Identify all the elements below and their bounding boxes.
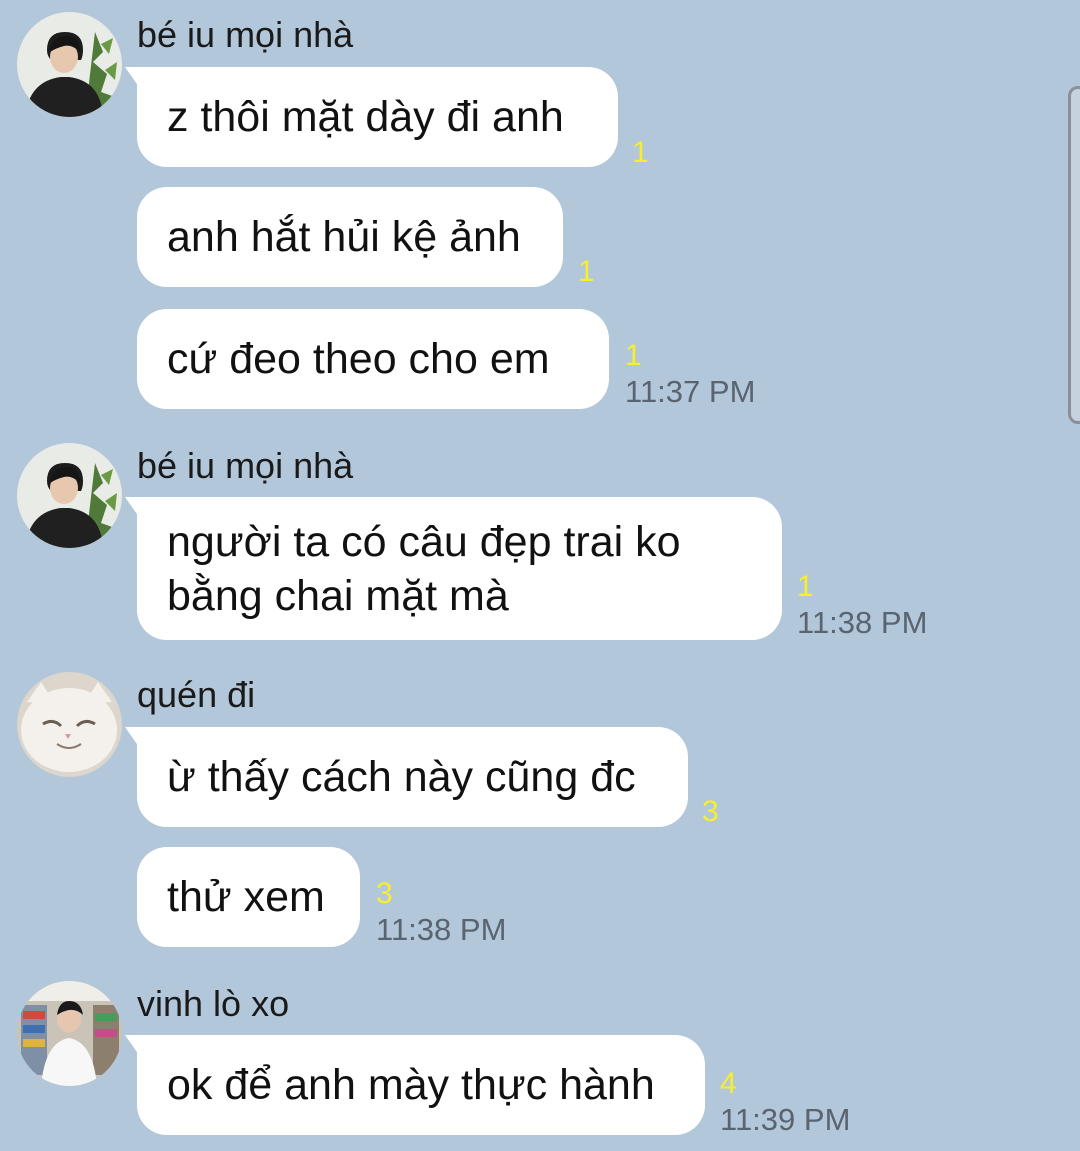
message-bubble[interactable]: ừ thấy cách này cũng đc	[125, 727, 688, 827]
message-time: 11:39 PM	[720, 1102, 851, 1137]
unread-count: 3	[702, 795, 719, 828]
message-time: 11:38 PM	[797, 605, 928, 640]
message-text: thử xem	[167, 873, 325, 921]
unread-count: 4	[720, 1067, 737, 1100]
avatar[interactable]	[17, 672, 122, 777]
sender-name: quén đi	[137, 674, 256, 715]
message-time: 11:38 PM	[376, 912, 507, 947]
message-text: ừ thấy cách này cũng đc	[167, 753, 636, 801]
message-bubble[interactable]: ok để anh mày thực hành	[125, 1035, 705, 1135]
unread-count: 1	[578, 255, 595, 288]
avatar-guy-dark-hoodie-icon	[17, 12, 122, 117]
avatar[interactable]	[17, 12, 122, 117]
avatar-guy-store-icon	[17, 981, 122, 1086]
message-text: cứ đeo theo cho em	[167, 335, 550, 383]
message-text: ok để anh mày thực hành	[167, 1061, 655, 1109]
avatar-guy-dark-hoodie-icon	[17, 443, 122, 548]
message-time: 11:37 PM	[625, 374, 756, 409]
message-text-line: bằng chai mặt mà	[167, 572, 509, 620]
unread-count: 1	[632, 136, 649, 169]
message-bubble[interactable]: người ta có câu đẹp trai ko bằng chai mặ…	[125, 497, 782, 640]
message-bubble[interactable]: thử xem	[137, 847, 360, 947]
unread-count: 1	[625, 339, 642, 372]
message-bubble[interactable]: cứ đeo theo cho em	[137, 309, 609, 409]
sender-name: vinh lò xo	[137, 983, 290, 1024]
message-text: z thôi mặt dày đi anh	[167, 93, 564, 141]
avatar-white-cat-icon	[17, 672, 122, 777]
message-bubble[interactable]: z thôi mặt dày đi anh	[125, 67, 618, 167]
sender-name: bé iu mọi nhà	[137, 445, 354, 486]
avatar[interactable]	[17, 981, 122, 1086]
avatar[interactable]	[17, 443, 122, 548]
message-text-line: người ta có câu đẹp trai ko	[167, 518, 681, 566]
sender-name: bé iu mọi nhà	[137, 14, 354, 55]
message-bubble[interactable]: anh hắt hủi kệ ảnh	[137, 187, 563, 287]
scrollbar-thumb[interactable]	[1068, 86, 1080, 424]
unread-count: 1	[797, 570, 814, 603]
unread-count: 3	[376, 877, 393, 910]
message-text: anh hắt hủi kệ ảnh	[167, 213, 521, 261]
